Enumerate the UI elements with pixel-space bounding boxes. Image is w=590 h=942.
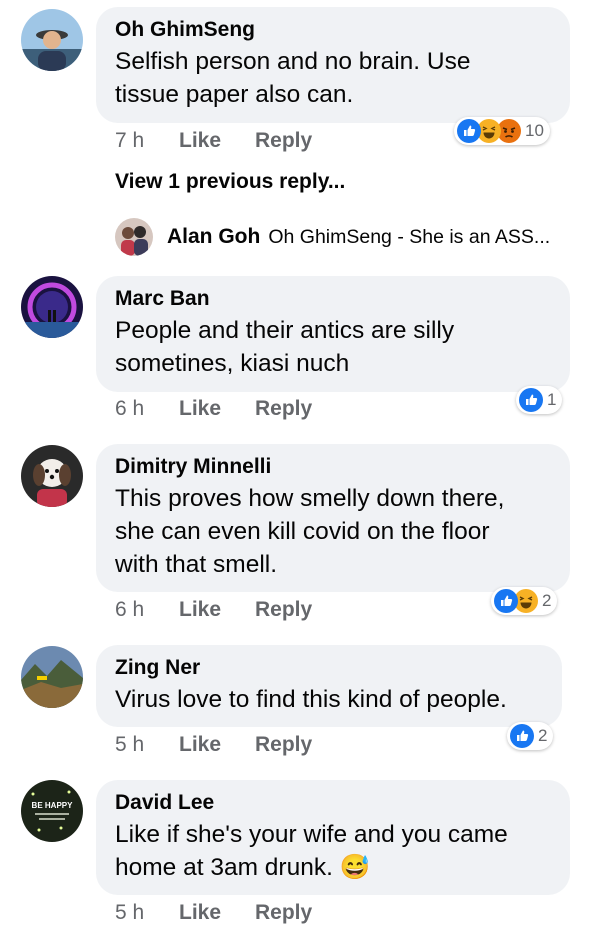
like-icon [457, 119, 481, 143]
author-name[interactable]: Zing Ner [115, 655, 542, 681]
avatar-badge-text: BE HAPPY [32, 801, 74, 810]
comment-text: This proves how smelly down there, she c… [115, 482, 550, 581]
comment-bubble: Dimitry Minnelli This proves how smelly … [96, 444, 570, 592]
reaction-summary[interactable]: 10 [454, 117, 550, 145]
like-button[interactable]: Like [179, 396, 255, 422]
comment-line: People and their antics are silly [115, 317, 455, 344]
like-icon [510, 724, 534, 748]
comment-line: Virus love to find this kind of people. [115, 686, 507, 713]
reply-author-name[interactable]: Alan Goh [167, 225, 260, 249]
timestamp[interactable]: 6 h [115, 396, 179, 422]
comment-line: sometines, kiasi nuch [115, 350, 350, 377]
comment-line: Like if she's your wife and you came [115, 821, 508, 848]
timestamp[interactable]: 7 h [115, 128, 179, 154]
comment-actions: 6 h Like Reply [115, 597, 312, 623]
comment-text: People and their antics are silly someti… [115, 314, 550, 380]
comment-bubble: David Lee Like if she's your wife and yo… [96, 780, 570, 895]
avatar[interactable] [21, 276, 83, 338]
reply-button[interactable]: Reply [255, 900, 312, 926]
comment-bubble: Zing Ner Virus love to find this kind of… [96, 645, 562, 727]
reply-button[interactable]: Reply [255, 396, 312, 422]
like-button[interactable]: Like [179, 900, 255, 926]
timestamp[interactable]: 5 h [115, 900, 179, 926]
avatar[interactable] [115, 218, 153, 256]
comment-line: home at 3am drunk. 😅 [115, 854, 371, 881]
reaction-count: 2 [538, 726, 548, 745]
comment-bubble: Oh GhimSeng Selfish person and no brain.… [96, 7, 570, 123]
author-name[interactable]: Oh GhimSeng [115, 17, 550, 43]
comment-line: tissue paper also can. [115, 81, 354, 108]
reaction-count: 1 [547, 390, 557, 409]
like-icon [519, 388, 543, 412]
comment-text: Like if she's your wife and you came hom… [115, 818, 550, 884]
comment-bubble: Marc Ban People and their antics are sil… [96, 276, 570, 392]
avatar[interactable] [21, 9, 83, 71]
comment-actions: 6 h Like Reply [115, 396, 312, 422]
comment-text: Selfish person and no brain. Use tissue … [115, 45, 550, 111]
comment-line: she can even kill covid on the floor [115, 518, 490, 545]
avatar[interactable]: BE HAPPY [21, 780, 83, 842]
comment-line: Selfish person and no brain. Use [115, 48, 471, 75]
author-name[interactable]: Marc Ban [115, 286, 550, 312]
like-button[interactable]: Like [179, 597, 255, 623]
timestamp[interactable]: 6 h [115, 597, 179, 623]
avatar[interactable] [21, 445, 83, 507]
reaction-summary[interactable]: 2 [507, 722, 554, 750]
reaction-summary[interactable]: 2 [491, 587, 558, 615]
comment-actions: 5 h Like Reply [115, 900, 312, 926]
author-name[interactable]: David Lee [115, 790, 550, 816]
reply-button[interactable]: Reply [255, 597, 312, 623]
timestamp[interactable]: 5 h [115, 732, 179, 758]
like-button[interactable]: Like [179, 128, 255, 154]
comment-line: with that smell. [115, 551, 278, 578]
avatar[interactable] [21, 646, 83, 708]
comment-actions: 7 h Like Reply [115, 128, 312, 154]
reply-button[interactable]: Reply [255, 128, 312, 154]
comment-text: Virus love to find this kind of people. [115, 683, 542, 716]
reaction-count: 10 [525, 121, 544, 140]
reply-text: Oh GhimSeng - She is an ASS... [268, 225, 551, 248]
view-previous-replies[interactable]: View 1 previous reply... [115, 170, 345, 194]
comment-line: This proves how smelly down there, [115, 485, 505, 512]
like-icon [494, 589, 518, 613]
author-name[interactable]: Dimitry Minnelli [115, 454, 550, 480]
reaction-count: 2 [542, 591, 552, 610]
reaction-summary[interactable]: 1 [516, 386, 563, 414]
reply-preview[interactable]: Alan Goh Oh GhimSeng - She is an ASS... [115, 218, 550, 256]
reply-button[interactable]: Reply [255, 732, 312, 758]
comment-actions: 5 h Like Reply [115, 732, 312, 758]
like-button[interactable]: Like [179, 732, 255, 758]
